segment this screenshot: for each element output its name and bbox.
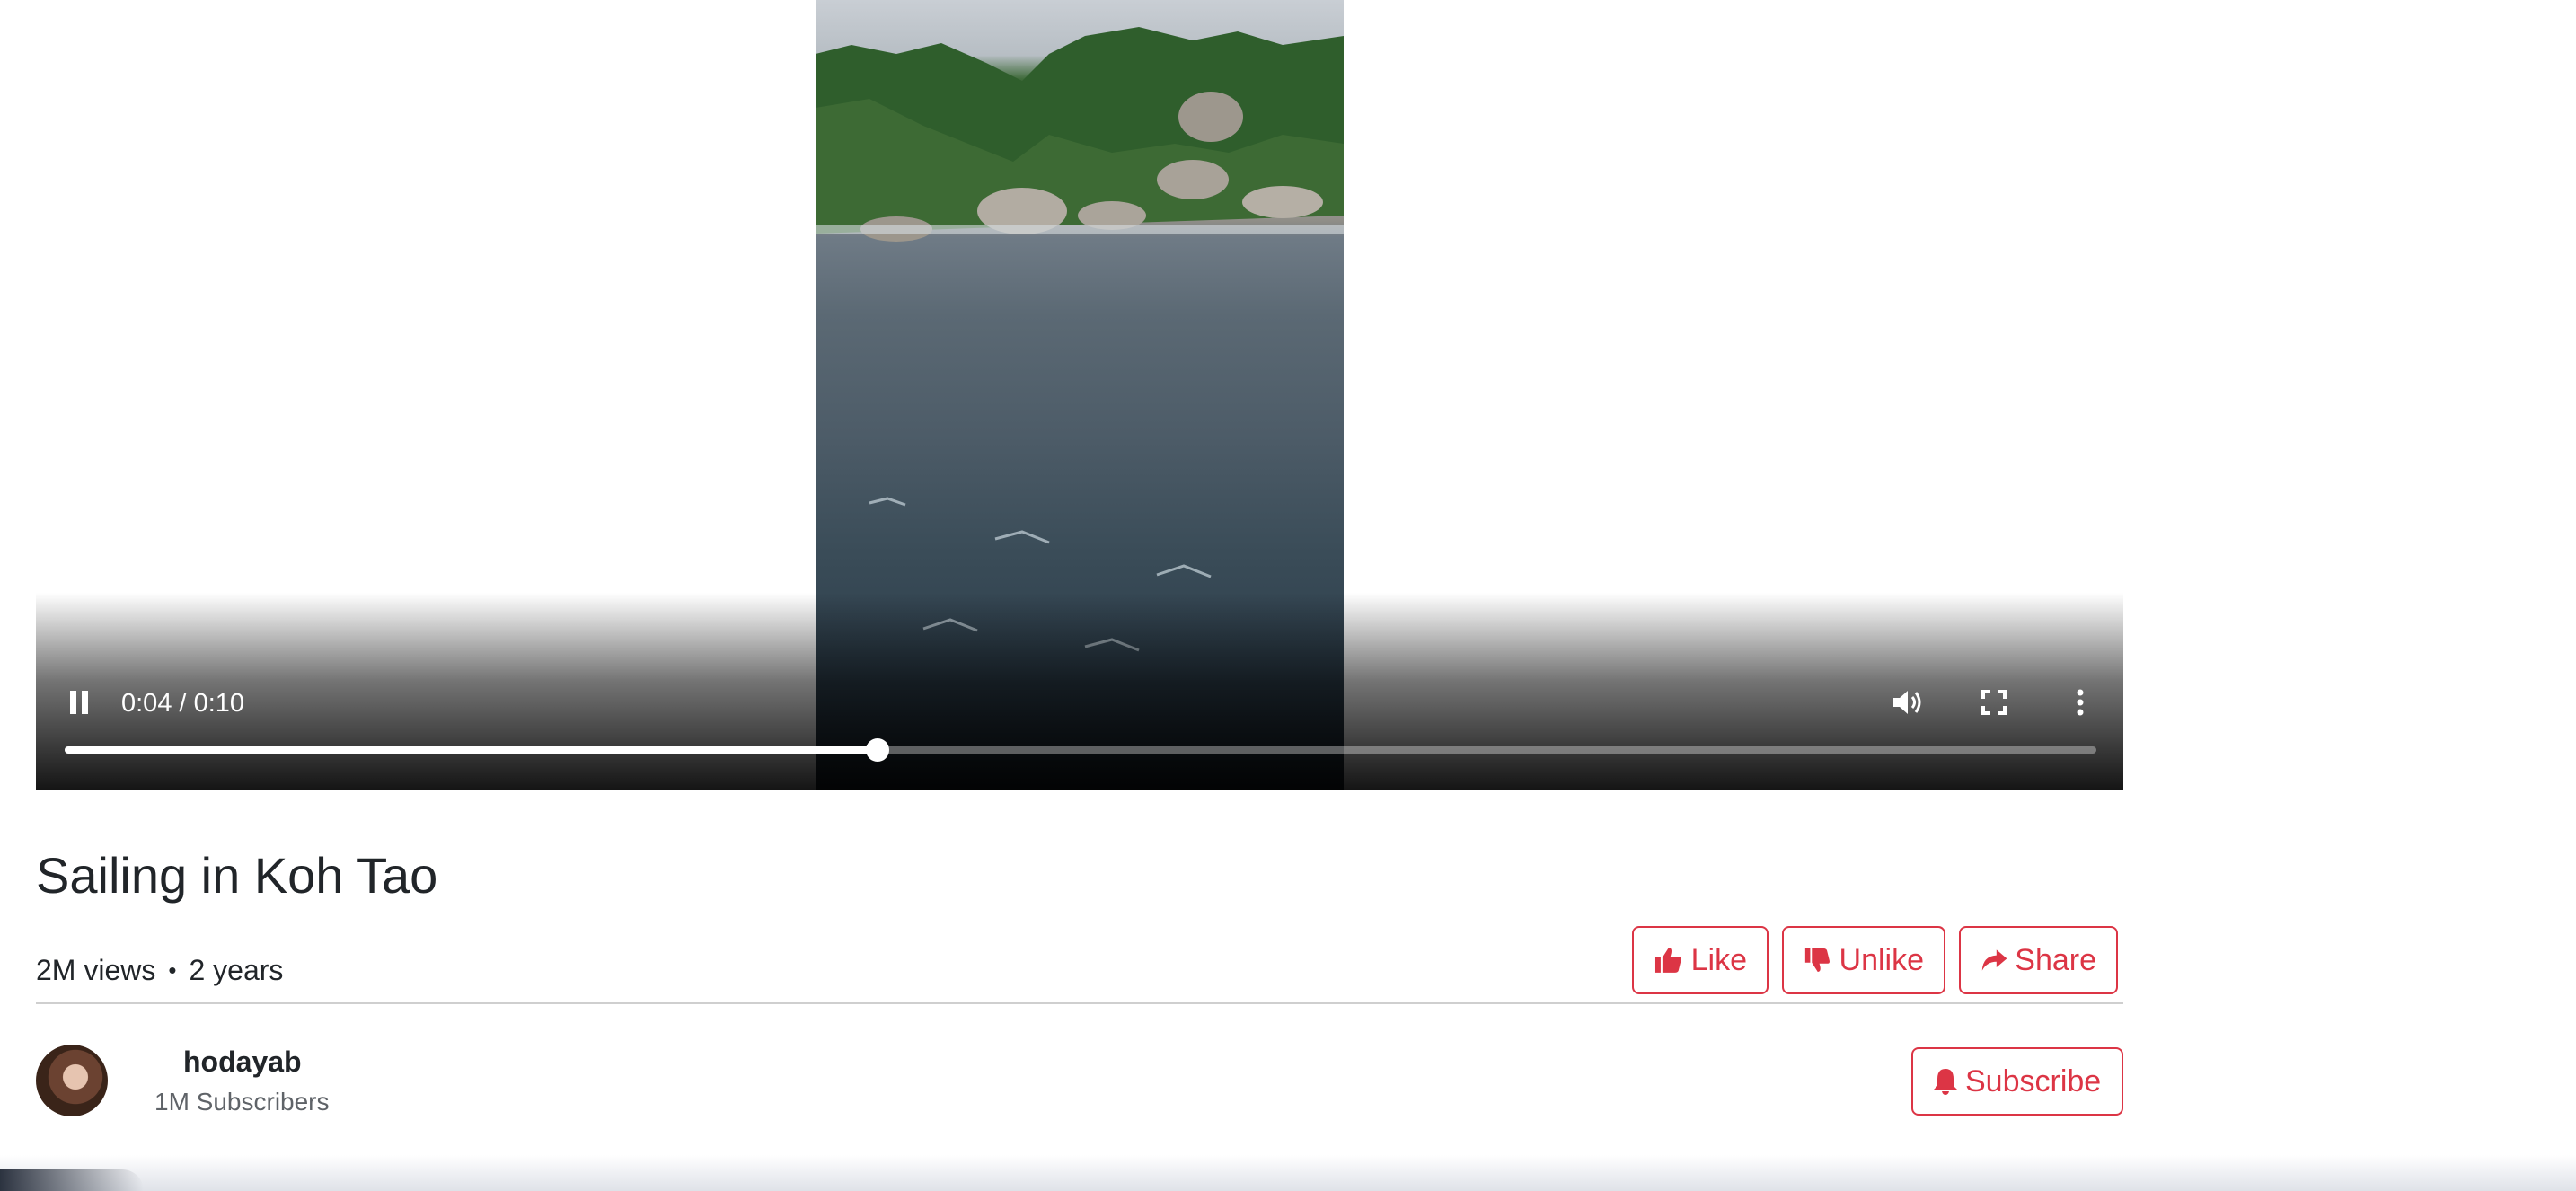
- stats-separator: •: [168, 957, 177, 984]
- subscribe-button[interactable]: Subscribe: [1911, 1047, 2123, 1116]
- fullscreen-button[interactable]: [1972, 681, 2016, 724]
- share-label: Share: [2015, 942, 2096, 977]
- share-button[interactable]: Share: [1959, 926, 2118, 994]
- controls-gradient: [36, 593, 2123, 790]
- seek-bar[interactable]: [65, 738, 2096, 762]
- thumbs-down-icon: [1804, 948, 1830, 972]
- channel-name[interactable]: hodayab: [183, 1045, 302, 1079]
- unlike-label: Unlike: [1839, 942, 1924, 977]
- upload-age: 2 years: [189, 954, 284, 986]
- volume-button[interactable]: [1886, 681, 1929, 724]
- unlike-button[interactable]: Unlike: [1782, 926, 1945, 994]
- volume-icon: [1893, 691, 1921, 714]
- more-options-button[interactable]: [2059, 681, 2102, 724]
- like-label: Like: [1690, 942, 1747, 977]
- bell-icon: [1934, 1069, 1957, 1095]
- video-player[interactable]: 0:04 / 0:10: [36, 0, 2123, 790]
- subscribe-label: Subscribe: [1965, 1063, 2102, 1098]
- share-icon: [1981, 949, 2007, 971]
- window-bottom-edge: [0, 1155, 2576, 1191]
- video-stats: 2M views • 2 years: [36, 954, 283, 987]
- view-count: 2M views: [36, 954, 156, 986]
- seek-handle[interactable]: [865, 738, 889, 762]
- channel-avatar[interactable]: [36, 1045, 108, 1116]
- divider: [36, 1002, 2123, 1004]
- time-display: 0:04 / 0:10: [121, 689, 245, 718]
- like-button[interactable]: Like: [1632, 926, 1769, 994]
- pause-icon: [70, 691, 88, 714]
- fullscreen-icon: [1981, 690, 2007, 715]
- video-title: Sailing in Koh Tao: [36, 847, 438, 904]
- seek-bar-progress: [65, 746, 878, 754]
- more-vert-icon: [2077, 689, 2084, 716]
- thumbs-up-icon: [1654, 948, 1681, 973]
- pause-button[interactable]: [57, 681, 101, 724]
- subscriber-count: 1M Subscribers: [154, 1088, 330, 1116]
